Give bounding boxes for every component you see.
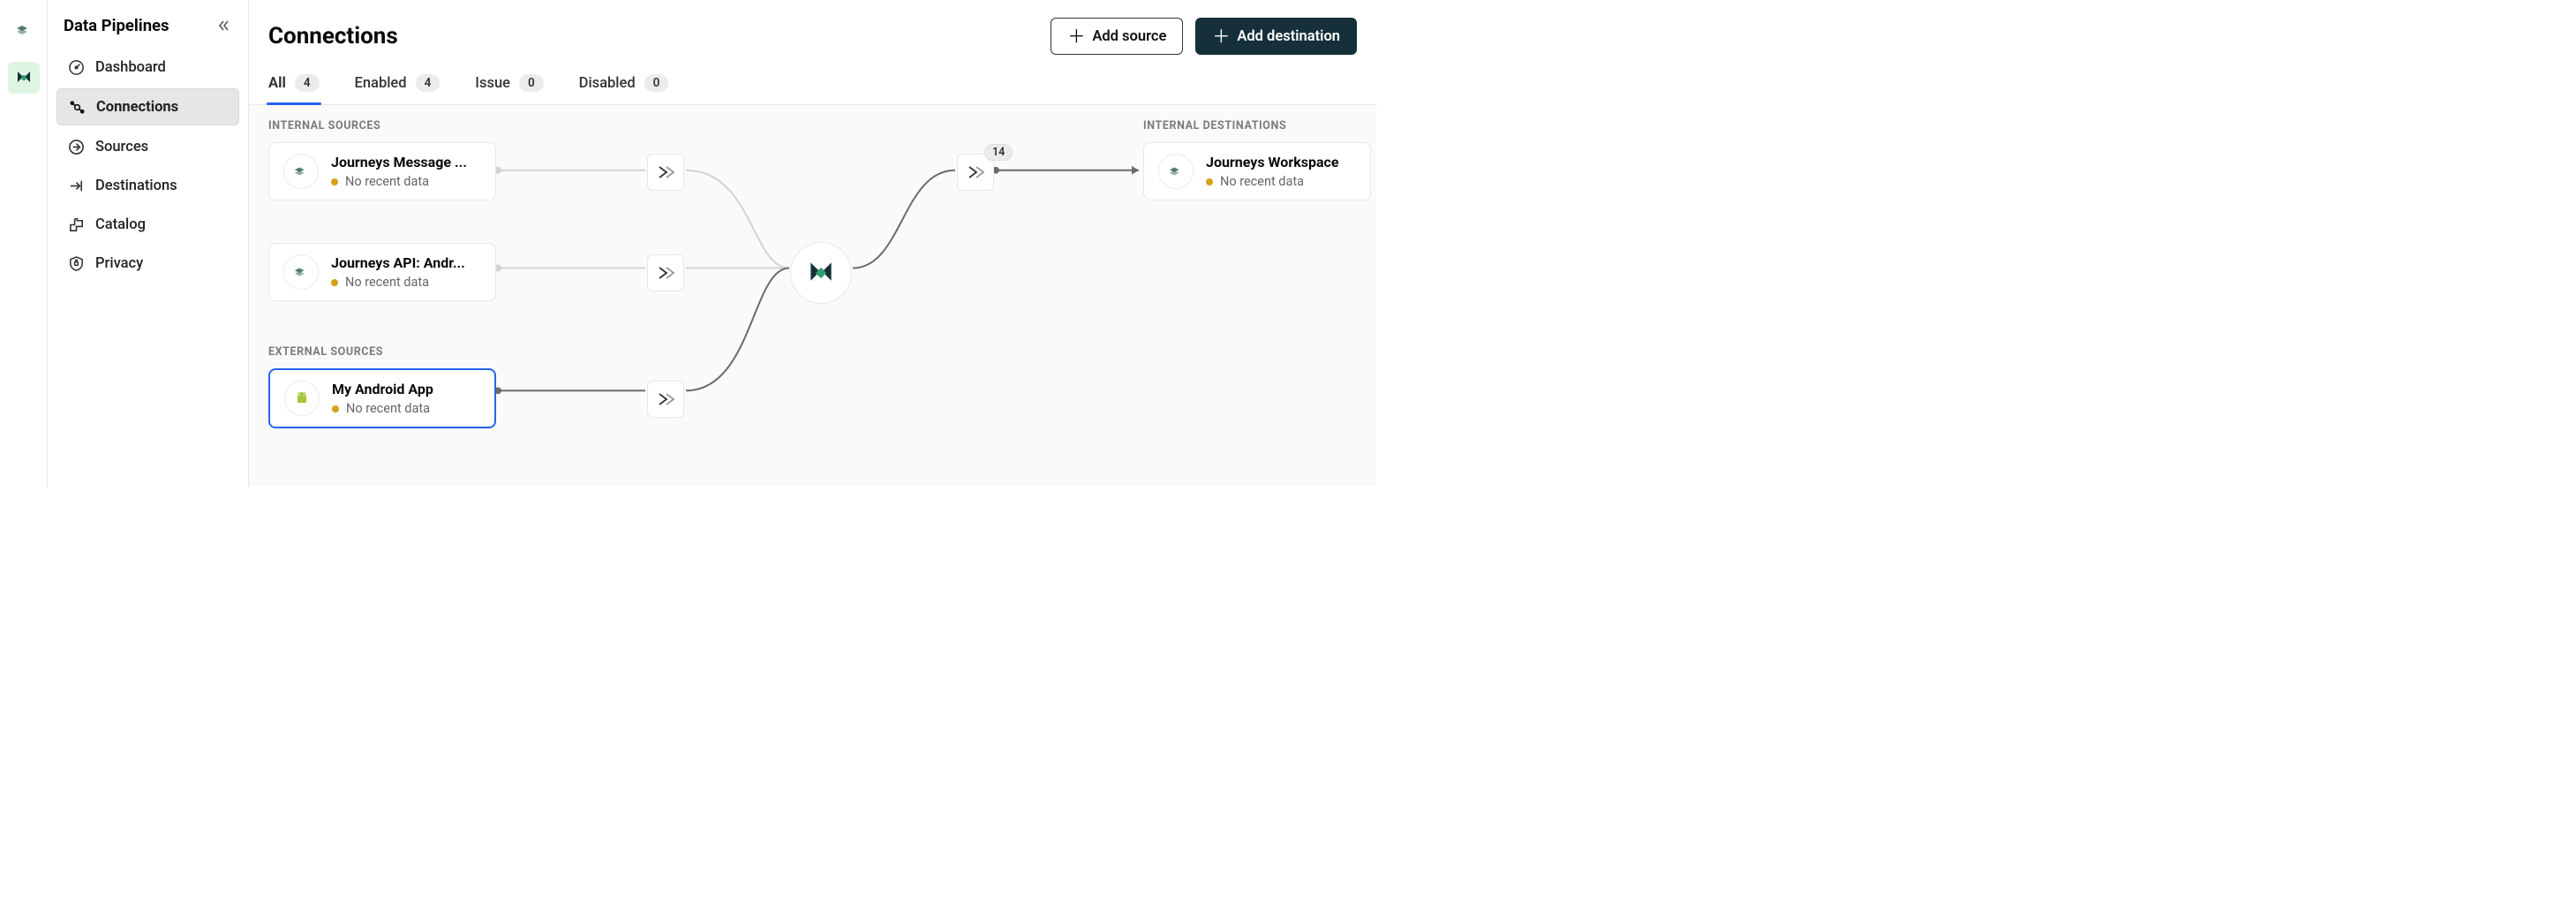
page-header: Connections ＋ Add source ＋ Add destinati… <box>249 0 1376 55</box>
sidebar-item-label: Dashboard <box>95 59 166 76</box>
sidebar-item-label: Privacy <box>95 255 143 272</box>
rail-app-switcher-icon[interactable] <box>8 14 40 46</box>
card-status: No recent data <box>345 174 429 189</box>
add-source-button[interactable]: ＋ Add source <box>1051 18 1183 55</box>
tab-issue[interactable]: Issue 0 <box>475 74 543 104</box>
catalog-icon <box>67 216 85 233</box>
status-dot-icon <box>331 178 338 185</box>
destination-card-journeys-workspace[interactable]: Journeys Workspace No recent data <box>1143 142 1371 201</box>
tab-label: All <box>268 75 286 92</box>
source-card-journeys-message[interactable]: Journeys Message ... No recent data <box>268 142 496 201</box>
sidebar-item-label: Catalog <box>95 216 146 233</box>
card-status: No recent data <box>346 401 430 416</box>
sidebar-item-catalog[interactable]: Catalog <box>56 207 239 242</box>
sidebar-item-dashboard[interactable]: Dashboard <box>56 49 239 85</box>
connections-canvas[interactable]: INTERNAL SOURCES EXTERNAL SOURCES INTERN… <box>249 105 1376 487</box>
icon-rail <box>0 0 48 487</box>
tab-count-badge: 4 <box>416 74 441 92</box>
status-dot-icon <box>1206 178 1213 185</box>
rail-pipelines-icon[interactable] <box>8 62 40 94</box>
tab-all[interactable]: All 4 <box>268 74 320 104</box>
sidebar-item-destinations[interactable]: Destinations <box>56 168 239 203</box>
sidebar-item-label: Connections <box>96 99 178 116</box>
dashboard-icon <box>67 58 85 76</box>
tab-label: Enabled <box>355 75 407 92</box>
tab-enabled[interactable]: Enabled 4 <box>355 74 441 104</box>
sidebar-item-sources[interactable]: Sources <box>56 129 239 164</box>
sidebar: Data Pipelines Dashboard Connections <box>48 0 249 487</box>
card-title: Journeys Workspace <box>1206 154 1339 170</box>
tab-disabled[interactable]: Disabled 0 <box>579 74 669 104</box>
destination-icon <box>1158 154 1194 189</box>
destinations-icon <box>67 177 85 194</box>
tabs: All 4 Enabled 4 Issue 0 Disabled 0 <box>249 74 1376 105</box>
external-sources-label: EXTERNAL SOURCES <box>268 345 383 359</box>
card-status: No recent data <box>345 275 429 290</box>
sidebar-item-label: Destinations <box>95 178 177 194</box>
collapse-sidebar-icon[interactable] <box>215 17 232 34</box>
tab-count-badge: 0 <box>519 74 544 92</box>
add-destination-button[interactable]: ＋ Add destination <box>1195 18 1357 55</box>
sources-icon <box>67 138 85 155</box>
page-title: Connections <box>268 23 398 49</box>
tab-label: Disabled <box>579 75 636 92</box>
sidebar-item-privacy[interactable]: Privacy <box>56 246 239 281</box>
card-title: My Android App <box>332 381 433 397</box>
internal-sources-label: INTERNAL SOURCES <box>268 119 380 132</box>
status-dot-icon <box>331 279 338 286</box>
card-title: Journeys API: Andr... <box>331 254 465 271</box>
privacy-icon <box>67 254 85 272</box>
sidebar-item-label: Sources <box>95 139 148 155</box>
card-title: Journeys Message ... <box>331 154 467 170</box>
source-icon <box>283 254 319 290</box>
tab-count-badge: 0 <box>644 74 669 92</box>
source-card-android-app[interactable]: My Android App No recent data <box>268 368 496 428</box>
plus-icon: ＋ <box>1212 27 1230 45</box>
card-status: No recent data <box>1220 174 1304 189</box>
header-actions: ＋ Add source ＋ Add destination <box>1051 18 1357 55</box>
filter-count-badge: 14 <box>984 144 1013 161</box>
status-dot-icon <box>332 405 339 412</box>
filter-node[interactable] <box>647 154 684 191</box>
button-label: Add source <box>1092 28 1166 45</box>
hub-node[interactable] <box>790 242 852 304</box>
button-label: Add destination <box>1237 28 1340 45</box>
sidebar-title: Data Pipelines <box>64 16 169 35</box>
filter-node[interactable] <box>647 381 684 418</box>
tab-count-badge: 4 <box>295 74 320 92</box>
connections-icon <box>68 98 86 116</box>
sidebar-item-connections[interactable]: Connections <box>56 88 239 125</box>
source-card-journeys-api[interactable]: Journeys API: Andr... No recent data <box>268 243 496 301</box>
plus-icon: ＋ <box>1067 27 1085 45</box>
sidebar-nav: Dashboard Connections Sources Destinatio… <box>56 49 239 281</box>
android-icon <box>284 381 320 416</box>
tab-label: Issue <box>475 75 510 92</box>
filter-node[interactable] <box>647 254 684 291</box>
main: Connections ＋ Add source ＋ Add destinati… <box>249 0 1376 487</box>
source-icon <box>283 154 319 189</box>
internal-destinations-label: INTERNAL DESTINATIONS <box>1143 119 1286 132</box>
